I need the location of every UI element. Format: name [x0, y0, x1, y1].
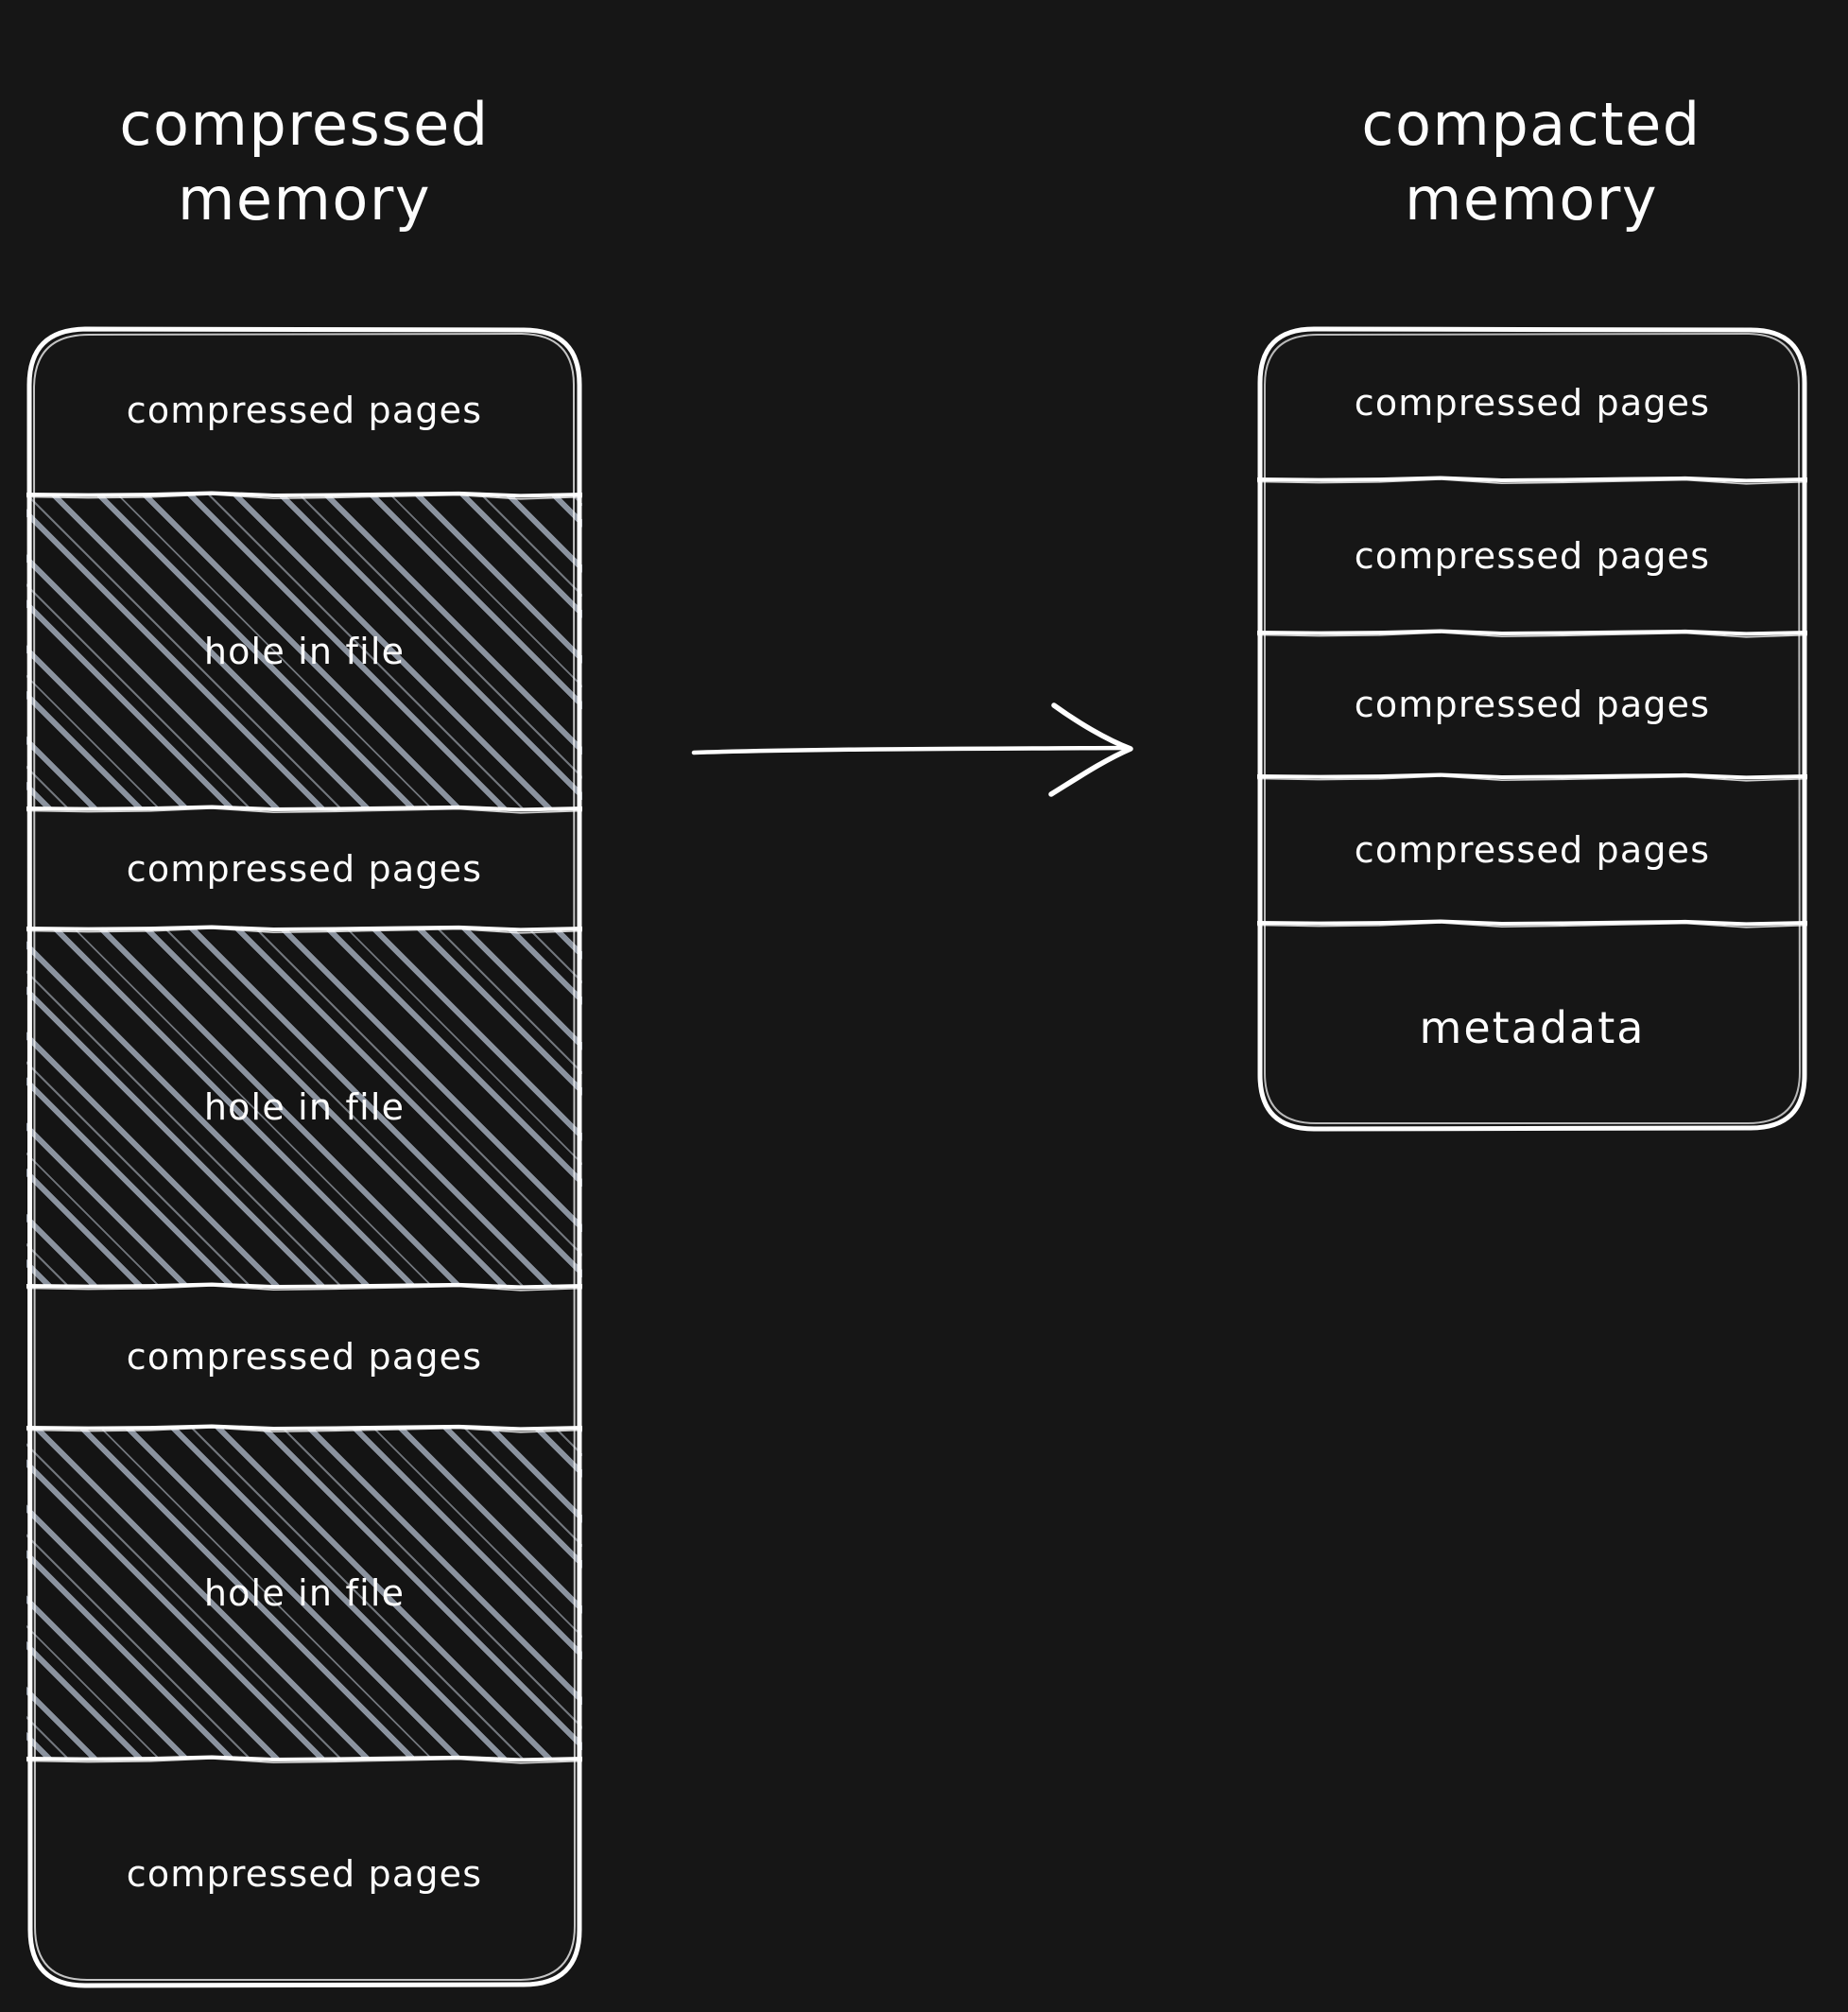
segment-label: compressed pages: [126, 1852, 483, 1895]
segment-label: compressed pages: [1354, 382, 1711, 424]
memory-segment-hole: hole in file: [26, 928, 582, 1286]
memory-segment-pages: compressed pages: [1257, 633, 1807, 776]
segment-label: hole in file: [203, 1086, 406, 1128]
segment-label: compressed pages: [1354, 684, 1711, 725]
segment-label: hole in file: [203, 631, 406, 672]
memory-segment-pages: compressed pages: [26, 326, 582, 494]
right-panel-title: compacted memory: [1361, 90, 1701, 234]
diagram-canvas: compressed memory compacted memory compr…: [0, 0, 1848, 2012]
segment-label: compressed pages: [126, 390, 483, 431]
memory-segment-pages: compressed pages: [26, 1759, 582, 1988]
compressed-memory-column: compressed pages hole in file compressed p…: [26, 326, 582, 1988]
left-panel-title: compressed memory: [119, 90, 490, 234]
memory-segment-pages: compressed pages: [1257, 479, 1807, 633]
transformation-arrow: [691, 702, 1133, 797]
memory-segment-pages: compressed pages: [1257, 326, 1807, 479]
segment-label: compressed pages: [1354, 535, 1711, 577]
segment-label: compressed pages: [126, 847, 483, 890]
memory-segment-hole: hole in file: [26, 494, 582, 808]
memory-segment-pages: compressed pages: [1257, 776, 1807, 923]
memory-segment-pages: compressed pages: [26, 1286, 582, 1428]
segment-label: metadata: [1419, 1001, 1646, 1053]
memory-segment-hole: hole in file: [26, 1428, 582, 1759]
segment-label: hole in file: [203, 1572, 406, 1614]
memory-segment-pages: compressed pages: [26, 808, 582, 928]
compacted-memory-column: compressed pages compressed pages compress…: [1257, 326, 1807, 1132]
memory-segment-meta: metadata: [1257, 923, 1807, 1132]
segment-label: compressed pages: [126, 1336, 483, 1378]
segment-label: compressed pages: [1354, 828, 1711, 871]
